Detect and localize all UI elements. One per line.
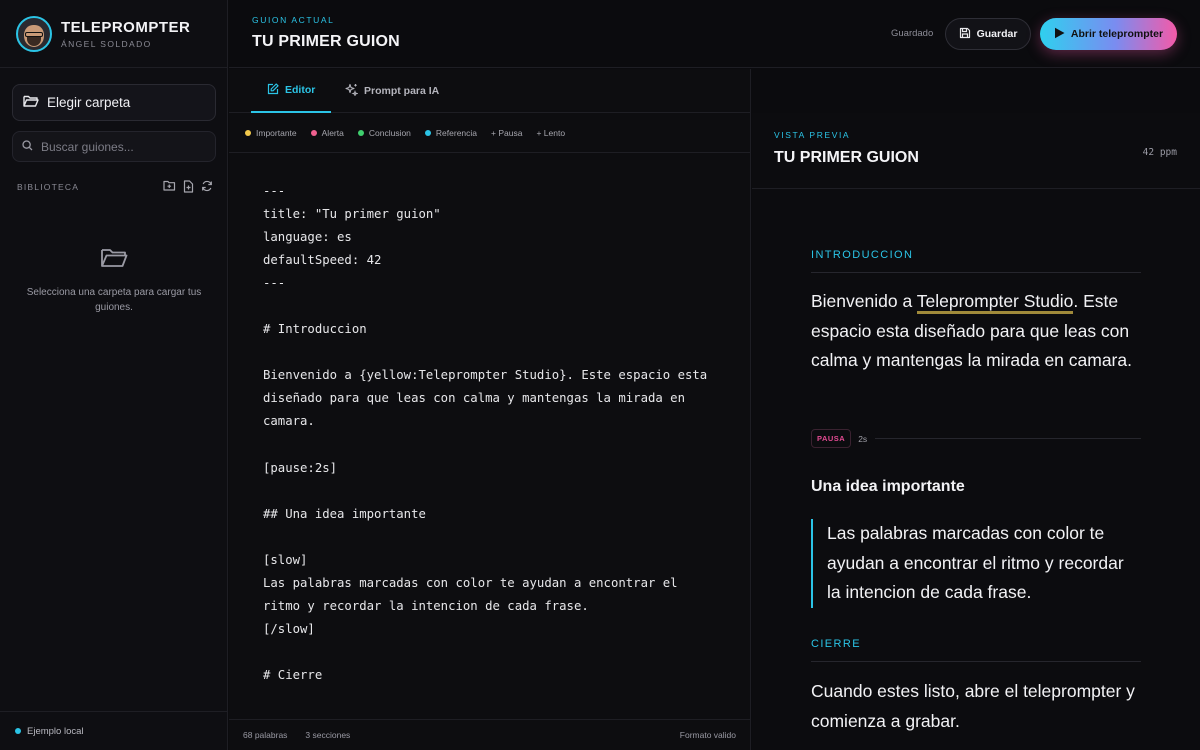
editor-panel: Editor Prompt para IA Importante Alerta … bbox=[229, 69, 751, 750]
sparkle-icon bbox=[345, 83, 364, 99]
preview-title: TU PRIMER GUION bbox=[774, 149, 919, 166]
section-count: 3 secciones bbox=[305, 730, 351, 740]
preview-kicker: VISTA PREVIA bbox=[774, 130, 851, 140]
footer-status: Ejemplo local bbox=[27, 725, 84, 737]
tab-editor-label: Editor bbox=[285, 84, 316, 96]
pause-marker: PAUSA 2s bbox=[811, 429, 1141, 448]
word-count: 68 palabras bbox=[243, 730, 288, 740]
intro-paragraph: Bienvenido a Teleprompter Studio. Este e… bbox=[811, 287, 1141, 376]
tag-legend: Importante Alerta Conclusion Referencia … bbox=[229, 113, 750, 153]
status-dot bbox=[15, 728, 21, 734]
legend-importante[interactable]: Importante bbox=[245, 128, 297, 138]
subheading: Una idea importante bbox=[811, 478, 965, 495]
format-status: Formato valido bbox=[679, 730, 736, 740]
folder-open-icon bbox=[23, 94, 47, 111]
pause-divider bbox=[875, 438, 1141, 439]
section-label-intro: INTRODUCCION bbox=[811, 249, 1141, 273]
library-header: BIBLIOTECA bbox=[17, 180, 213, 193]
preview-header: VISTA PREVIA TU PRIMER GUION 42 ppm bbox=[752, 113, 1200, 189]
tab-bar: Editor Prompt para IA bbox=[229, 69, 750, 113]
green-dot bbox=[357, 129, 364, 136]
user-name: ÁNGEL SOLDADO bbox=[61, 38, 152, 49]
header-kicker: GUION ACTUAL bbox=[252, 15, 335, 25]
speed-readout: 42 ppm bbox=[1142, 147, 1177, 158]
legend-referencia[interactable]: Referencia bbox=[424, 127, 478, 138]
legend-label: Referencia bbox=[435, 127, 478, 138]
choose-folder-label: Elegir carpeta bbox=[47, 95, 131, 110]
new-file-icon[interactable] bbox=[183, 180, 194, 193]
pause-time: 2s bbox=[858, 433, 868, 444]
save-button[interactable]: Guardar bbox=[945, 18, 1031, 50]
legend-alerta[interactable]: Alerta bbox=[310, 127, 344, 138]
search-box[interactable] bbox=[12, 131, 216, 162]
avatar bbox=[16, 15, 52, 52]
sidebar-footer: Ejemplo local bbox=[0, 711, 228, 750]
library-empty-state: Selecciona una carpeta para cargar tus g… bbox=[0, 246, 228, 315]
open-teleprompter-button[interactable]: Abrir teleprompter bbox=[1040, 18, 1177, 50]
editor-footer: 68 palabras 3 secciones Formato valido bbox=[229, 719, 750, 750]
choose-folder-button[interactable]: Elegir carpeta bbox=[12, 84, 216, 121]
legend-label: Alerta bbox=[321, 127, 344, 138]
header: GUION ACTUAL TU PRIMER GUION Guardado Gu… bbox=[229, 0, 1200, 68]
sidebar: TELEPROMPTER ÁNGEL SOLDADO Elegir carpet… bbox=[0, 0, 228, 750]
tab-editor[interactable]: Editor bbox=[251, 69, 331, 113]
library-label: BIBLIOTECA bbox=[17, 181, 80, 192]
legend-label: Importante bbox=[256, 127, 297, 138]
save-icon bbox=[959, 27, 977, 42]
folder-icon bbox=[100, 249, 128, 272]
search-input[interactable] bbox=[41, 139, 201, 154]
closing-paragraph: Cuando estes listo, abre el teleprompter… bbox=[811, 681, 1135, 731]
script-editor-textarea[interactable]: --- title: "Tu primer guion" language: e… bbox=[263, 180, 707, 687]
app-name: TELEPROMPTER bbox=[61, 18, 191, 36]
tab-prompt-label: Prompt para IA bbox=[364, 85, 440, 97]
insert-pause[interactable]: + Pausa bbox=[491, 128, 522, 138]
insert-slow[interactable]: + Lento bbox=[536, 128, 565, 138]
slow-block: Las palabras marcadas con color te ayuda… bbox=[811, 519, 1141, 608]
refresh-icon[interactable] bbox=[201, 180, 213, 193]
highlight-yellow: Teleprompter Studio bbox=[916, 291, 1074, 314]
pause-badge: PAUSA bbox=[811, 429, 852, 448]
section-label-closing: CIERRE bbox=[811, 638, 1141, 662]
yellow-dot bbox=[245, 129, 251, 136]
search-icon bbox=[22, 138, 33, 156]
pink-dot bbox=[310, 129, 317, 136]
edit-icon bbox=[267, 82, 285, 98]
brand: TELEPROMPTER ÁNGEL SOLDADO bbox=[0, 0, 227, 68]
cyan-dot bbox=[424, 129, 431, 136]
preview-panel: VISTA PREVIA TU PRIMER GUION 42 ppm INTR… bbox=[752, 113, 1200, 750]
new-folder-icon[interactable] bbox=[163, 180, 176, 193]
open-label: Abrir teleprompter bbox=[1070, 28, 1164, 40]
save-label: Guardar bbox=[976, 28, 1018, 40]
save-status: Guardado bbox=[891, 28, 934, 39]
empty-message: Selecciona una carpeta para cargar tus g… bbox=[26, 287, 202, 313]
play-icon bbox=[1054, 27, 1071, 42]
intro-text: Bienvenido a bbox=[811, 291, 917, 311]
tab-prompt[interactable]: Prompt para IA bbox=[345, 69, 439, 113]
legend-label: Conclusion bbox=[368, 127, 411, 138]
legend-conclusion[interactable]: Conclusion bbox=[357, 127, 411, 138]
page-title: TU PRIMER GUION bbox=[252, 33, 400, 50]
